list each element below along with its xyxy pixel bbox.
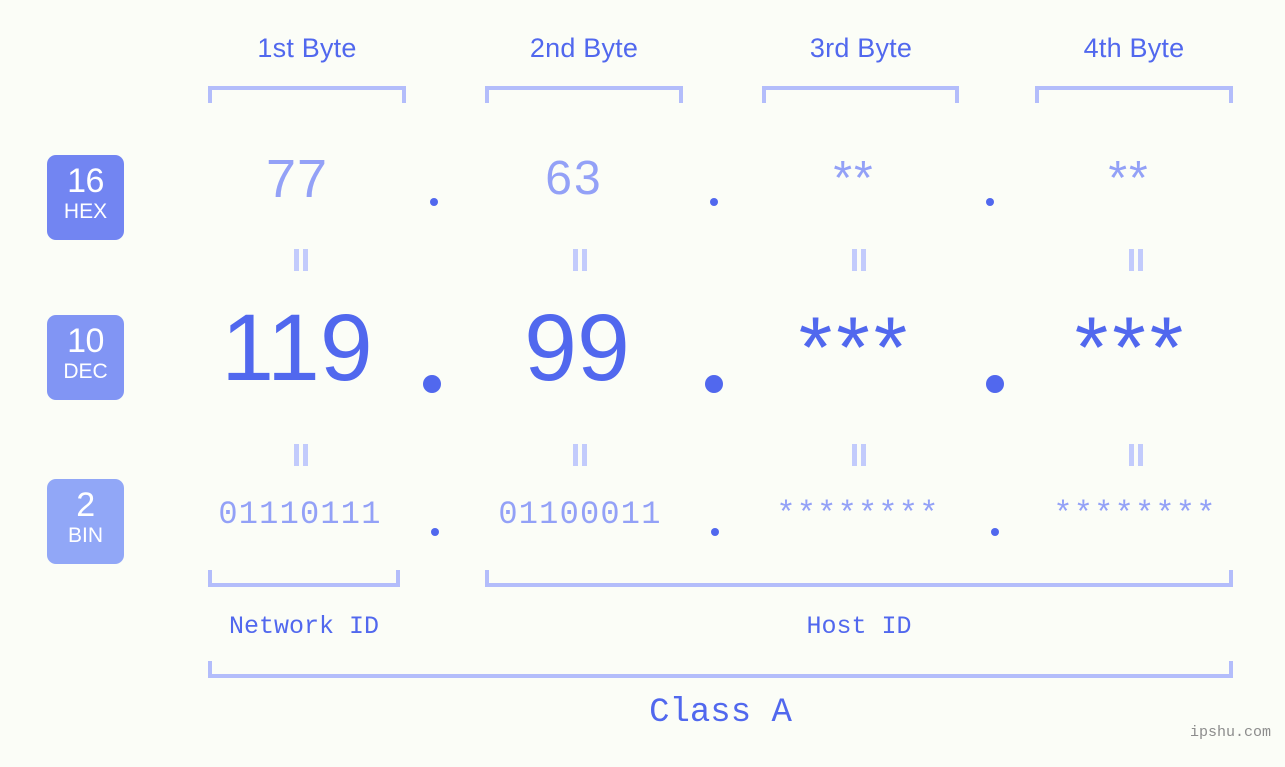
dec-dot-3 (986, 375, 1004, 393)
equals-dec-bin-2 (570, 444, 590, 466)
hex-dot-1 (430, 198, 438, 206)
radix-badge-bin-number: 2 (76, 486, 95, 524)
radix-badge-dec: 10 DEC (47, 315, 124, 400)
hex-byte-3: ** (833, 152, 875, 205)
byte-bracket-2 (485, 86, 683, 103)
byte-header-3: 3rd Byte (809, 33, 913, 63)
bin-byte-2: 01100011 (498, 496, 662, 533)
byte-bracket-1 (208, 86, 406, 103)
radix-badge-dec-name: DEC (63, 360, 108, 383)
byte-bracket-4 (1035, 86, 1233, 103)
bin-dot-2 (711, 528, 719, 536)
radix-badge-bin: 2 BIN (47, 479, 124, 564)
hex-dot-2 (710, 198, 718, 206)
equals-hex-dec-3 (849, 249, 869, 271)
hex-byte-2: 63 (545, 152, 603, 205)
equals-dec-bin-3 (849, 444, 869, 466)
bin-byte-3: ******** (776, 496, 940, 533)
site-watermark: ipshu.com (1189, 724, 1271, 741)
hex-byte-1: 77 (265, 149, 329, 209)
byte-header-2: 2nd Byte (529, 33, 639, 63)
class-bracket (208, 661, 1233, 678)
bin-dot-1 (431, 528, 439, 536)
bin-byte-1: 01110111 (218, 496, 382, 533)
network-id-label: Network ID (228, 612, 380, 641)
dec-dot-1 (423, 375, 441, 393)
radix-badge-hex-number: 16 (67, 162, 104, 200)
ip-breakdown-diagram: 1st Byte 2nd Byte 3rd Byte 4th Byte 16 H… (0, 0, 1285, 767)
hex-dot-3 (986, 198, 994, 206)
radix-badge-hex-name: HEX (63, 200, 108, 223)
host-id-bracket (485, 570, 1233, 587)
class-label: Class A (649, 694, 792, 732)
byte-header-1: 1st Byte (257, 33, 357, 63)
radix-badge-hex: 16 HEX (47, 155, 124, 240)
dec-byte-2: 99 (524, 295, 630, 401)
byte-header-4: 4th Byte (1083, 33, 1185, 63)
dec-byte-1: 119 (221, 295, 373, 401)
dec-dot-2 (705, 375, 723, 393)
network-id-bracket (208, 570, 400, 587)
dec-byte-4: *** (1074, 300, 1188, 396)
radix-badge-dec-number: 10 (67, 322, 104, 360)
equals-hex-dec-1 (291, 249, 311, 271)
equals-dec-bin-1 (291, 444, 311, 466)
bin-byte-4: ******** (1053, 496, 1217, 533)
radix-badge-bin-name: BIN (67, 524, 103, 547)
equals-hex-dec-2 (570, 249, 590, 271)
equals-dec-bin-4 (1126, 444, 1146, 466)
host-id-label: Host ID (806, 612, 912, 641)
dec-byte-3: *** (798, 300, 912, 396)
equals-hex-dec-4 (1126, 249, 1146, 271)
hex-byte-4: ** (1108, 152, 1150, 205)
bin-dot-3 (991, 528, 999, 536)
byte-bracket-3 (762, 86, 959, 103)
